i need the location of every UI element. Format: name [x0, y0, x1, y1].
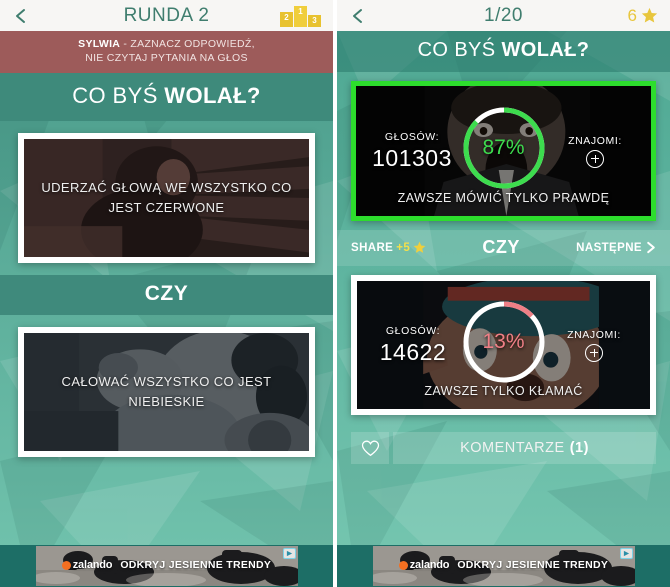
votes-value: 101303 — [372, 144, 452, 171]
question-emphasis: WOLAŁ? — [164, 83, 261, 108]
question-banner: CO BYŚ WOLAŁ? — [0, 73, 333, 121]
notice-text-line2: NIE CZYTAJ PYTANIA NA GŁOS — [85, 52, 248, 64]
podium-place-2: 2 — [280, 11, 293, 27]
option-b-card[interactable]: CAŁOWAĆ WSZYSTKO CO JEST NIEBIESKIE — [18, 327, 315, 457]
ad-headline: ODKRYJ JESIENNE TRENDY — [120, 559, 272, 571]
zalando-dot-icon — [61, 560, 71, 570]
question-emphasis: WOLAŁ? — [501, 39, 590, 61]
ad-brand-name: zalando — [409, 559, 450, 571]
question-prefix: CO BYŚ — [417, 39, 502, 61]
right-topbar: 1/20 6 — [337, 0, 670, 31]
left-ad-banner[interactable]: zalando ODKRYJ JESIENNE TRENDY — [0, 545, 333, 587]
next-button[interactable]: NASTĘPNE — [576, 241, 656, 254]
chevron-right-icon — [647, 241, 655, 254]
right-ad-banner[interactable]: zalando ODKRYJ JESIENNE TRENDY — [337, 545, 670, 587]
star-icon — [641, 7, 658, 23]
votes-label: GŁOSÓW: — [385, 324, 441, 337]
score-value: 6 — [627, 5, 637, 25]
option-b-label: CAŁOWAĆ WSZYSTKO CO JEST NIEBIESKIE — [61, 374, 272, 409]
result-a-caption: ZAWSZE MÓWIĆ TYLKO PRAWDĘ — [397, 191, 610, 205]
share-points: +5 — [396, 241, 411, 254]
result-a-votes: GŁOSÓW: 101303 — [370, 131, 454, 172]
right-content: CO BYŚ WOLAŁ? GŁOSÓW: 101303 87% ZNAJOMI… — [337, 31, 670, 587]
ad-brand-name: zalando — [72, 559, 113, 571]
friends-label: ZNAJOMI: — [568, 134, 622, 147]
divider-czy: CZY — [0, 275, 333, 315]
result-b-friends[interactable]: ZNAJOMI: — [552, 329, 636, 362]
score-badge[interactable]: 6 — [628, 6, 658, 26]
question-banner: CO BYŚ WOLAŁ? — [337, 31, 670, 72]
notice-banner: SYLWIA - ZAZNACZ ODPOWIEDŹ, NIE CZYTAJ P… — [0, 31, 333, 73]
comments-count: (1) — [569, 440, 589, 456]
result-b-card[interactable]: GŁOSÓW: 14622 13% ZNAJOMI: ZAWSZE TYLKO … — [351, 275, 656, 415]
ad-text-row: zalando ODKRYJ JESIENNE TRENDY — [36, 559, 298, 571]
adchoices-icon[interactable] — [619, 548, 633, 559]
result-a-friends[interactable]: ZNAJOMI: — [553, 135, 637, 168]
comments-button[interactable]: KOMENTARZE (1) — [393, 432, 656, 464]
votes-value: 14622 — [379, 338, 447, 365]
question-counter: 1/20 — [484, 5, 523, 26]
ad-brand: zalando — [61, 559, 113, 571]
screenshot-root: RUNDA 2 2 1 3 SYLWIA - ZAZNACZ ODPOWIEDŹ… — [0, 0, 670, 587]
option-b-wrap: CAŁOWAĆ WSZYSTKO CO JEST NIEBIESKIE — [0, 315, 333, 469]
chevron-left-icon[interactable] — [12, 7, 30, 25]
next-label: NASTĘPNE — [576, 241, 642, 254]
like-button[interactable] — [351, 432, 389, 464]
friends-label: ZNAJOMI: — [567, 328, 621, 341]
result-a-percent: 87% — [482, 136, 525, 159]
comments-label: KOMENTARZE — [460, 440, 565, 456]
comments-row: KOMENTARZE (1) — [337, 424, 670, 464]
left-screen: RUNDA 2 2 1 3 SYLWIA - ZAZNACZ ODPOWIEDŹ… — [0, 0, 333, 587]
ad-brand: zalando — [398, 559, 450, 571]
left-topbar: RUNDA 2 2 1 3 — [0, 0, 333, 31]
podium-place-3: 3 — [308, 14, 321, 27]
ad-creative[interactable]: zalando ODKRYJ JESIENNE TRENDY — [35, 546, 298, 586]
ad-text-row: zalando ODKRYJ JESIENNE TRENDY — [373, 559, 635, 571]
ad-creative[interactable]: zalando ODKRYJ JESIENNE TRENDY — [372, 546, 635, 586]
ad-headline: ODKRYJ JESIENNE TRENDY — [457, 559, 609, 571]
result-a-percent-ring: 87% — [458, 102, 550, 194]
zalando-dot-icon — [398, 560, 408, 570]
heart-icon — [361, 440, 379, 456]
left-content: SYLWIA - ZAZNACZ ODPOWIEDŹ, NIE CZYTAJ P… — [0, 31, 333, 587]
adchoices-icon[interactable] — [282, 548, 296, 559]
result-a-card[interactable]: GŁOSÓW: 101303 87% ZNAJOMI: ZAWSZE MÓWIĆ… — [351, 81, 656, 221]
result-b-percent: 13% — [482, 330, 525, 353]
chevron-left-icon[interactable] — [349, 7, 367, 25]
option-a-card[interactable]: UDERZAĆ GŁOWĄ WE WSZYSTKO CO JEST CZERWO… — [18, 133, 315, 263]
plus-circle-icon[interactable] — [585, 343, 603, 362]
right-screen: 1/20 6 CO BYŚ WOLAŁ? GŁOSÓW: 101303 87% … — [337, 0, 670, 587]
result-b-votes: GŁOSÓW: 14622 — [371, 325, 455, 366]
star-icon — [413, 241, 426, 253]
result-action-bar: SHARE +5 CZY NASTĘPNE — [337, 230, 670, 266]
podium-icon[interactable]: 2 1 3 — [280, 5, 321, 27]
share-label: SHARE — [351, 241, 394, 254]
result-a-wrap: GŁOSÓW: 101303 87% ZNAJOMI: ZAWSZE MÓWIĆ… — [337, 72, 670, 230]
share-button[interactable]: SHARE +5 — [351, 241, 426, 254]
notice-text: - ZAZNACZ ODPOWIEDŹ, — [123, 38, 255, 50]
divider-czy: CZY — [482, 237, 520, 257]
result-b-wrap: GŁOSÓW: 14622 13% ZNAJOMI: ZAWSZE TYLKO … — [337, 266, 670, 424]
option-a-wrap: UDERZAĆ GŁOWĄ WE WSZYSTKO CO JEST CZERWO… — [0, 121, 333, 275]
podium-place-1: 1 — [294, 5, 307, 27]
result-b-percent-ring: 13% — [458, 296, 550, 388]
question-prefix: CO BYŚ — [72, 83, 165, 108]
plus-circle-icon[interactable] — [586, 149, 604, 168]
votes-label: GŁOSÓW: — [384, 130, 440, 143]
result-b-caption: ZAWSZE TYLKO KŁAMAĆ — [424, 384, 583, 398]
notice-name: SYLWIA — [78, 38, 121, 50]
option-a-label: UDERZAĆ GŁOWĄ WE WSZYSTKO CO JEST CZERWO… — [41, 180, 292, 215]
